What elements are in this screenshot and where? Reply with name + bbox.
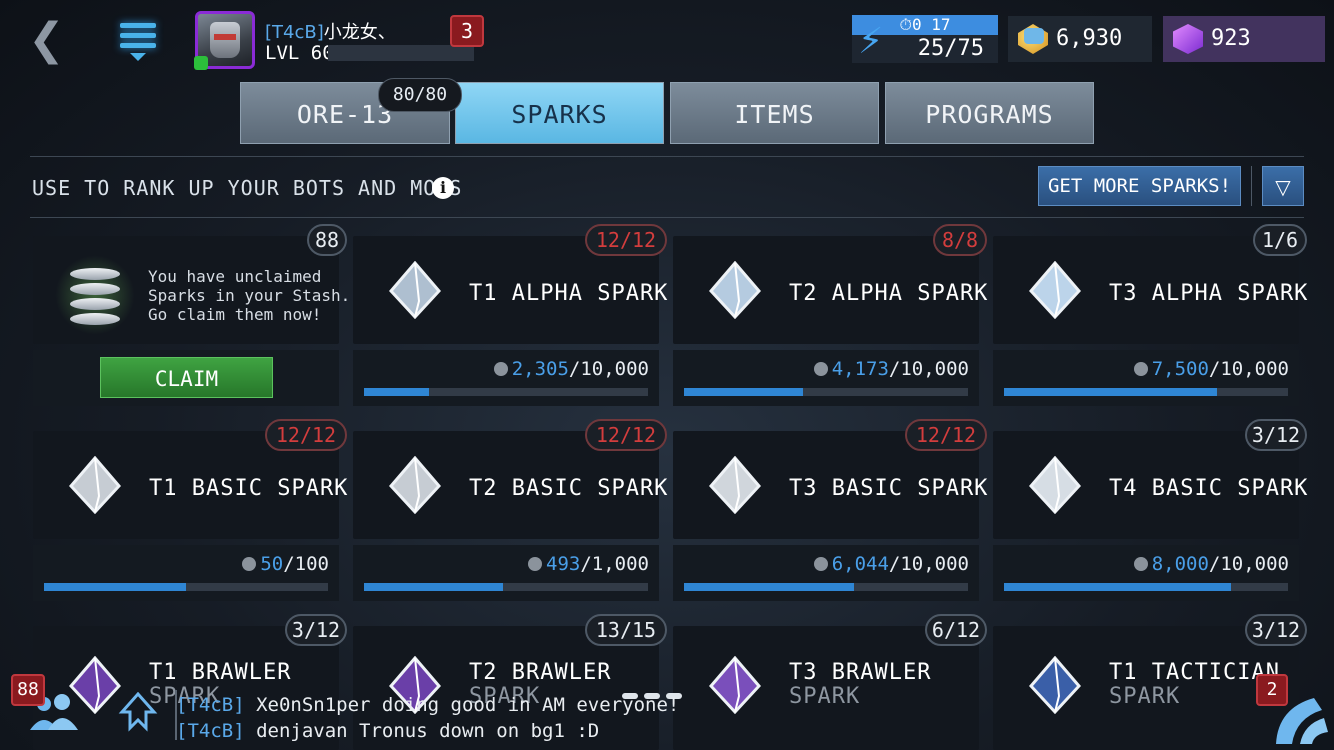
chevron-left-icon: ❮ <box>28 14 65 65</box>
back-button[interactable]: ❮ <box>28 18 68 62</box>
alliance-icon[interactable] <box>118 692 158 732</box>
energy-counter[interactable]: ⏱0 17 ⚡ 25/75 <box>852 15 998 63</box>
chat-feed[interactable]: [T4cB] Xe0nSn1per doing good in AM every… <box>176 692 679 744</box>
spark-name: T4 BASIC SPARK <box>1109 476 1309 501</box>
filter-icon: ▽ <box>1275 175 1291 199</box>
spark-progress-bar <box>684 583 968 591</box>
spark-count-badge: 12/12 <box>585 419 667 451</box>
spark-name: T2 BASIC SPARK <box>469 476 669 501</box>
tab-programs[interactable]: PROGRAMS <box>885 82 1094 144</box>
spark-name: T1 BRAWLER <box>149 660 292 685</box>
spark-progress-text: 493/1,000 <box>528 553 649 575</box>
divider <box>30 217 1304 218</box>
stash-count-badge: 88 <box>307 224 347 256</box>
spark-name: T3 BASIC SPARK <box>789 476 989 501</box>
spark-count-badge: 12/12 <box>585 224 667 256</box>
spark-gem-icon <box>709 456 761 514</box>
spark-progress-text: 4,173/10,000 <box>813 358 969 380</box>
spark-gem-icon <box>1029 261 1081 319</box>
divider <box>1251 166 1252 206</box>
spark-gem-icon <box>69 456 121 514</box>
spark-count-badge: 13/15 <box>585 614 667 646</box>
spark-name: T3 ALPHA SPARK <box>1109 281 1309 306</box>
gold-value: 6,930 <box>1056 26 1123 51</box>
spark-progress-text: 7,500/10,000 <box>1133 358 1289 380</box>
spark-count-badge: 3/12 <box>1245 614 1307 646</box>
spark-subname: SPARK <box>1109 684 1181 709</box>
get-more-sparks-button[interactable]: GET MORE SPARKS! <box>1038 166 1241 206</box>
stash-message: You have unclaimed Sparks in your Stash. G… <box>148 267 351 324</box>
divider <box>30 156 1304 157</box>
spark-count-badge: 3/12 <box>285 614 347 646</box>
spark-progress-bar <box>364 388 648 396</box>
page-indicator <box>622 684 688 699</box>
spark-progress-bar <box>44 583 328 591</box>
player-name: [T4cB]小龙女、 <box>265 22 396 43</box>
spark-progress-text: 6,044/10,000 <box>813 553 969 575</box>
arena-badge: 2 <box>1256 674 1288 706</box>
lightning-icon: ⚡ <box>858 21 884 62</box>
spark-gem-icon <box>389 456 441 514</box>
spark-gem-icon <box>709 261 761 319</box>
tab-sparks[interactable]: SPARKS <box>455 82 664 144</box>
spark-gem-icon <box>709 656 761 714</box>
spark-count-badge: 3/12 <box>1245 419 1307 451</box>
notification-badge[interactable]: 3 <box>450 15 484 47</box>
xp-bar <box>328 45 474 61</box>
spark-name: T2 BRAWLER <box>469 660 612 685</box>
avatar[interactable] <box>194 11 255 70</box>
spark-count-badge: 12/12 <box>905 419 987 451</box>
gold-counter[interactable]: 6,930 <box>1008 16 1152 62</box>
spark-gem-icon <box>1029 456 1081 514</box>
gem-icon <box>1173 24 1203 54</box>
spark-count-badge: 6/12 <box>925 614 987 646</box>
tab-items[interactable]: ITEMS <box>670 82 879 144</box>
menu-icon <box>120 23 156 28</box>
spark-name: T3 BRAWLER <box>789 660 932 685</box>
chat-message: [T4cB] denjavan Tronus down on bg1 :D <box>176 720 600 742</box>
gem-value: 923 <box>1211 26 1251 51</box>
player-level: LVL 60 <box>265 42 334 64</box>
spark-name: T1 ALPHA SPARK <box>469 281 669 306</box>
info-icon[interactable]: i <box>432 177 454 199</box>
chat-message: [T4cB] Xe0nSn1per doing good in AM every… <box>176 694 680 716</box>
spark-progress-bar <box>364 583 648 591</box>
spark-progress-text: 50/100 <box>242 553 329 575</box>
spark-gem-icon <box>389 261 441 319</box>
menu-button[interactable] <box>112 18 164 68</box>
claim-button[interactable]: CLAIM <box>100 357 273 398</box>
spark-progress-bar <box>684 388 968 396</box>
spark-progress-text: 8,000/10,000 <box>1133 553 1289 575</box>
spark-progress-text: 2,305/10,000 <box>493 358 649 380</box>
energy-value: 25/75 <box>917 36 984 61</box>
spark-name: T1 TACTICIAN <box>1109 660 1280 685</box>
spark-count-badge: 12/12 <box>265 419 347 451</box>
page-subtitle: USE TO RANK UP YOUR BOTS AND MODS <box>32 176 463 200</box>
spark-gem-icon <box>1029 656 1081 714</box>
gem-counter[interactable]: 923 <box>1163 16 1325 62</box>
spark-name: T1 BASIC SPARK <box>149 476 349 501</box>
spark-name: T2 ALPHA SPARK <box>789 281 989 306</box>
spark-subname: SPARK <box>789 684 861 709</box>
stash-icon <box>70 268 120 326</box>
ore-count-badge: 80/80 <box>378 78 462 112</box>
spark-count-badge: 8/8 <box>933 224 987 256</box>
filter-button[interactable]: ▽ <box>1262 166 1304 206</box>
spark-progress-bar <box>1004 388 1288 396</box>
spark-progress-bar <box>1004 583 1288 591</box>
friends-badge: 88 <box>11 674 45 706</box>
spark-count-badge: 1/6 <box>1253 224 1307 256</box>
